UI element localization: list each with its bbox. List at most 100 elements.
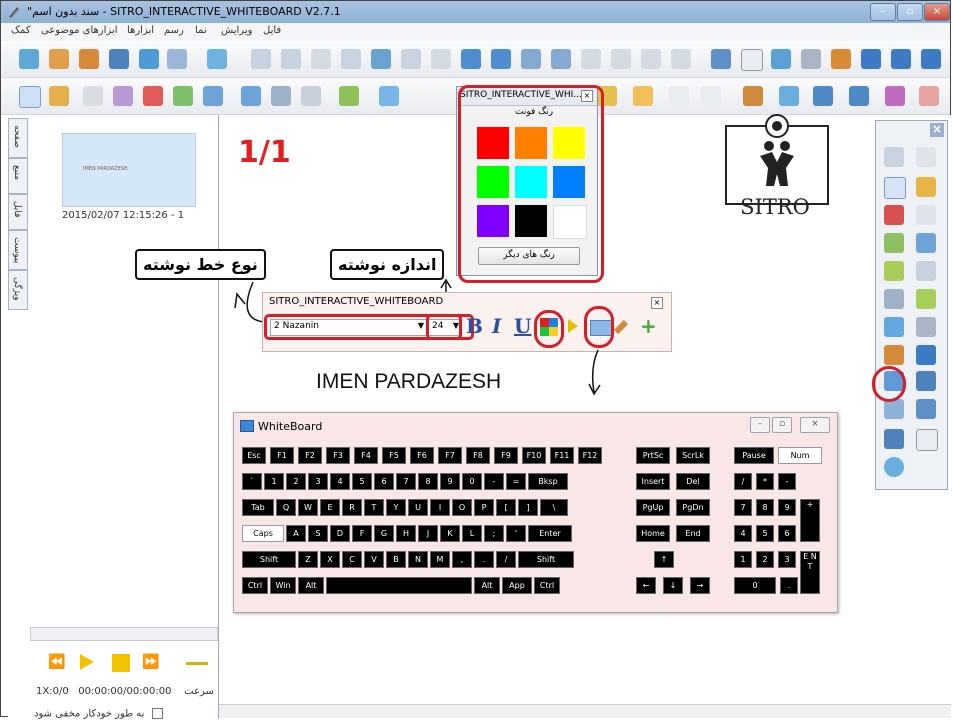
- key-win[interactable]: Win: [270, 577, 296, 594]
- palette-select-icon[interactable]: [884, 177, 906, 199]
- key-3[interactable]: 3: [308, 473, 328, 490]
- speed-slider-icon[interactable]: [186, 662, 208, 665]
- key-v[interactable]: V: [364, 551, 384, 568]
- menu-file[interactable]: فایل: [263, 25, 281, 36]
- marker-blue-icon[interactable]: [203, 86, 223, 106]
- key-caps[interactable]: Caps: [242, 525, 284, 542]
- key-6[interactable]: 6: [374, 473, 394, 490]
- key-1[interactable]: 1: [264, 473, 284, 490]
- chart-icon[interactable]: [743, 86, 763, 106]
- export-icon[interactable]: [207, 49, 227, 69]
- key-4[interactable]: 4: [330, 473, 350, 490]
- key-7[interactable]: 7: [396, 473, 416, 490]
- key-backslash[interactable]: \: [540, 499, 568, 516]
- marker-green-icon[interactable]: [173, 86, 193, 106]
- key-w[interactable]: W: [298, 499, 318, 516]
- key-rbracket[interactable]: ]: [518, 499, 538, 516]
- stop-icon[interactable]: [112, 654, 130, 672]
- close-button[interactable]: ×: [924, 3, 950, 21]
- key-ctrl[interactable]: Ctrl: [242, 577, 268, 594]
- key-tab[interactable]: Tab: [242, 499, 274, 516]
- key-i[interactable]: I: [430, 499, 450, 516]
- key-f8[interactable]: F8: [466, 447, 490, 464]
- axis-icon[interactable]: [669, 86, 689, 106]
- key-f2[interactable]: F2: [298, 447, 322, 464]
- new-page-icon[interactable]: [19, 49, 39, 69]
- key-j[interactable]: J: [418, 525, 438, 542]
- rewind-icon[interactable]: ⏪: [48, 654, 66, 672]
- palette-highlighter-icon[interactable]: [884, 233, 904, 253]
- key-p[interactable]: P: [474, 499, 494, 516]
- key-up[interactable]: ↑: [654, 551, 674, 568]
- keyboard-maximize-button[interactable]: ▫: [772, 417, 792, 433]
- key-f10[interactable]: F10: [522, 447, 546, 464]
- camera-icon[interactable]: [771, 49, 791, 69]
- capture-icon[interactable]: [491, 49, 511, 69]
- palette-marker-icon[interactable]: [884, 205, 904, 225]
- key-numpad-enter[interactable]: E N T: [800, 551, 820, 594]
- play-icon[interactable]: [80, 654, 94, 670]
- highlighter-icon[interactable]: [113, 86, 133, 106]
- key-n[interactable]: N: [408, 551, 428, 568]
- email-icon[interactable]: [167, 49, 187, 69]
- key-alt[interactable]: Alt: [474, 577, 500, 594]
- key-end[interactable]: End: [676, 525, 710, 542]
- protractor-icon[interactable]: [849, 86, 869, 106]
- palette-presenter-icon[interactable]: [916, 345, 936, 365]
- key-minus[interactable]: -: [484, 473, 504, 490]
- palette-redo-icon[interactable]: [916, 147, 936, 167]
- key-lbracket[interactable]: [: [496, 499, 516, 516]
- zoom-in-icon[interactable]: [521, 49, 541, 69]
- key-s[interactable]: S: [308, 525, 328, 542]
- key-insert[interactable]: Insert: [636, 473, 670, 490]
- key-space[interactable]: [326, 577, 472, 594]
- lasso-icon[interactable]: [301, 86, 321, 106]
- key-shift[interactable]: Shift: [518, 551, 574, 568]
- share-icon[interactable]: [921, 49, 941, 69]
- palette-undo-icon[interactable]: [884, 147, 904, 167]
- key-ctrl[interactable]: Ctrl: [534, 577, 560, 594]
- key-numpad-minus[interactable]: -: [778, 473, 796, 490]
- menu-view[interactable]: نما: [195, 25, 207, 36]
- key-l[interactable]: L: [462, 525, 482, 542]
- key-u[interactable]: U: [408, 499, 428, 516]
- key-f9[interactable]: F9: [494, 447, 518, 464]
- palette-eraser-icon[interactable]: [884, 289, 904, 309]
- key-numpad-6[interactable]: 6: [778, 525, 796, 542]
- cylinder-icon[interactable]: [779, 86, 799, 106]
- brush-blue-icon[interactable]: [241, 86, 261, 106]
- palette-settings-icon[interactable]: [884, 457, 904, 477]
- key-pgdn[interactable]: PgDn: [676, 499, 710, 516]
- select-icon[interactable]: [19, 86, 41, 108]
- key-h[interactable]: H: [396, 525, 416, 542]
- key-numpad-3[interactable]: 3: [778, 551, 796, 568]
- key-quote[interactable]: ': [506, 525, 526, 542]
- palette-capture-icon[interactable]: [916, 399, 936, 419]
- key-f11[interactable]: F11: [550, 447, 574, 464]
- key-a[interactable]: A: [286, 525, 306, 542]
- zoom-out-icon[interactable]: [551, 49, 571, 69]
- palette-close-icon[interactable]: ×: [930, 123, 944, 137]
- key-9[interactable]: 9: [440, 473, 460, 490]
- key-left[interactable]: ←: [636, 577, 656, 594]
- text-tool-icon[interactable]: [581, 49, 601, 69]
- key-b[interactable]: B: [386, 551, 406, 568]
- palette-pen-icon[interactable]: [916, 205, 936, 225]
- image-icon[interactable]: [813, 86, 833, 106]
- key-x[interactable]: X: [320, 551, 340, 568]
- keyboard-close-button[interactable]: ×: [800, 417, 830, 433]
- pen-gray-icon[interactable]: [83, 86, 103, 106]
- italic-button[interactable]: I: [492, 314, 501, 338]
- key-f7[interactable]: F7: [438, 447, 462, 464]
- key-numpad-1[interactable]: 1: [734, 551, 752, 568]
- key-enter[interactable]: Enter: [528, 525, 572, 542]
- key-numpad-2[interactable]: 2: [756, 551, 774, 568]
- key-app[interactable]: App: [502, 577, 532, 594]
- palette-brush-icon[interactable]: [916, 233, 936, 253]
- key-bksp[interactable]: Bksp: [528, 473, 568, 490]
- key-z[interactable]: Z: [298, 551, 318, 568]
- key-numpad-0[interactable]: 0: [734, 577, 776, 594]
- palette-display-icon[interactable]: [916, 371, 936, 391]
- palette-screen-icon[interactable]: [884, 399, 904, 419]
- forward-icon[interactable]: ⏩: [142, 654, 160, 672]
